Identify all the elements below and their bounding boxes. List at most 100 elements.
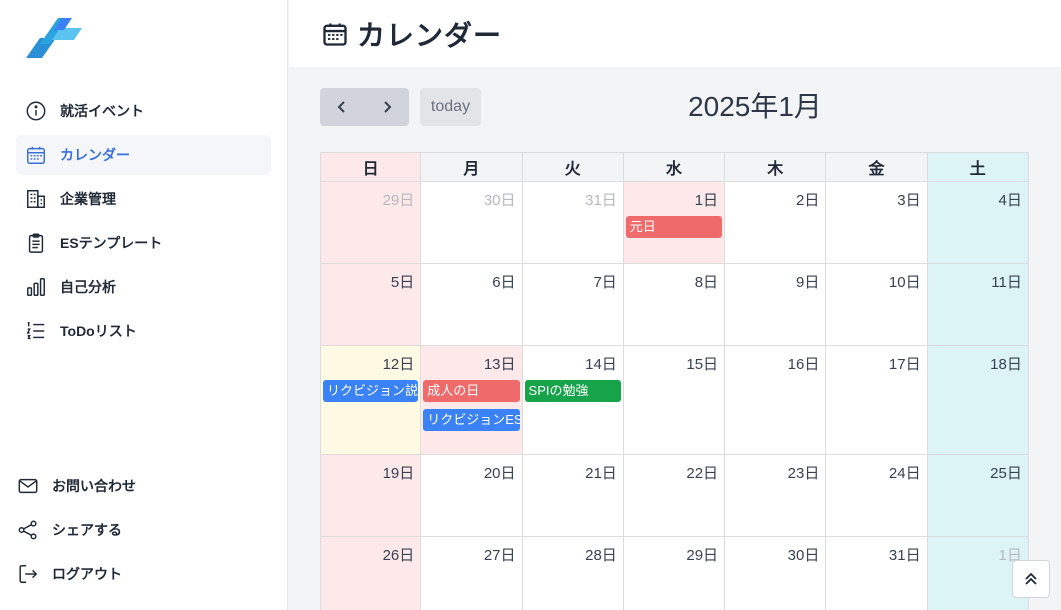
- calendar-event[interactable]: 成人の日: [423, 380, 520, 402]
- weekday-saturday: 土: [927, 152, 1029, 182]
- sidebar-item-companies[interactable]: 企業管理: [16, 179, 271, 219]
- calendar-event[interactable]: 元日: [625, 216, 723, 238]
- next-month-button[interactable]: [365, 88, 410, 126]
- calendar-week-row: 12日リクビジョン説明会13日成人の日リクビジョンES締切14日SPIの勉強15…: [320, 346, 1029, 455]
- prev-month-button[interactable]: [320, 88, 365, 126]
- day-number: 29日: [382, 192, 415, 209]
- calendar-day-cell[interactable]: 29日: [320, 182, 422, 264]
- calendar-icon: [24, 143, 48, 167]
- calendar-day-cell[interactable]: 8日: [623, 264, 726, 346]
- calendar-day-cell[interactable]: 13日成人の日リクビジョンES締切: [421, 346, 523, 455]
- day-number: 7日: [593, 274, 617, 291]
- day-number: 8日: [694, 274, 719, 291]
- calendar-day-cell[interactable]: 22日: [623, 455, 726, 537]
- calendar-day-cell[interactable]: 31日: [522, 182, 624, 264]
- share-icon: [16, 518, 40, 542]
- calendar-day-cell[interactable]: 26日: [320, 537, 422, 610]
- sidebar-item-label: ログアウト: [52, 566, 122, 582]
- calendar-day-cell[interactable]: 1日元日: [623, 182, 726, 264]
- calendar-day-cell[interactable]: 12日リクビジョン説明会: [320, 346, 422, 455]
- calendar-day-cell[interactable]: 29日: [623, 537, 726, 610]
- calendar-day-cell[interactable]: 23日: [725, 455, 827, 537]
- sidebar-item-todo[interactable]: ToDoリスト: [16, 311, 271, 351]
- sidebar-item-label: ESテンプレート: [60, 235, 163, 251]
- calendar-day-cell[interactable]: 31日: [826, 537, 928, 610]
- sidebar-item-label: カレンダー: [60, 147, 130, 163]
- weekday-thursday: 木: [725, 152, 827, 182]
- calendar-event[interactable]: リクビジョンES締切: [423, 409, 520, 431]
- calendar-day-cell[interactable]: 14日 SPIの勉強: [522, 346, 624, 455]
- calendar-day-cell[interactable]: 4日: [927, 182, 1029, 264]
- calendar-day-cell[interactable]: 25日: [927, 455, 1029, 537]
- calendar-day-cell[interactable]: 20日: [421, 455, 523, 537]
- sidebar-item-label: 企業管理: [60, 191, 116, 207]
- calendar-day-cell[interactable]: 6日: [421, 264, 523, 346]
- calendar-day-cell[interactable]: 11日: [927, 264, 1029, 346]
- sidebar-item-events[interactable]: 就活イベント: [16, 91, 271, 131]
- logout-icon: [16, 562, 40, 586]
- today-button[interactable]: today: [420, 88, 481, 126]
- calendar-day-cell[interactable]: 24日: [826, 455, 928, 537]
- calendar-day-cell[interactable]: 28日: [522, 537, 624, 610]
- month-title: 2025年1月: [688, 91, 822, 122]
- day-number: 13日: [483, 356, 516, 373]
- day-number: 11日: [991, 274, 1022, 291]
- calendar-week-row: 19日 20日 21日 22日 23日 24日 25日: [320, 455, 1029, 537]
- calendar-day-cell[interactable]: 10日: [826, 264, 928, 346]
- day-number: 15日: [686, 356, 719, 373]
- app-logo[interactable]: [24, 16, 84, 62]
- sidebar-item-self-analysis[interactable]: 自己分析: [16, 267, 271, 307]
- sidebar-item-label: 就活イベント: [60, 103, 144, 119]
- day-number: 29日: [686, 547, 719, 564]
- sidebar-item-label: お問い合わせ: [52, 478, 136, 494]
- calendar-day-cell[interactable]: 5日: [320, 264, 422, 346]
- day-number: 21日: [585, 465, 617, 482]
- weekday-wednesday: 水: [623, 152, 726, 182]
- day-number: 18日: [990, 356, 1022, 373]
- calendar-week-row: 26日 27日 28日 29日 30日 31日 1日: [320, 537, 1029, 610]
- sidebar-item-label: シェアする: [52, 522, 122, 538]
- calendar-day-cell[interactable]: 9日: [725, 264, 827, 346]
- day-number: 6日: [492, 274, 516, 291]
- sidebar-item-logout[interactable]: ログアウト: [16, 554, 271, 594]
- day-number: 17日: [888, 356, 921, 373]
- weekday-monday: 月: [421, 152, 523, 182]
- day-number: 23日: [787, 465, 820, 482]
- calendar-day-cell[interactable]: 30日: [725, 537, 827, 610]
- day-number: 14日: [585, 356, 617, 373]
- calendar-icon: [321, 20, 349, 48]
- calendar-week-row: 5日 6日 7日 8日 9日 10日 11日: [320, 264, 1029, 346]
- calendar-day-cell[interactable]: 30日: [421, 182, 523, 264]
- calendar-day-cell[interactable]: 17日: [826, 346, 928, 455]
- sidebar-item-share[interactable]: シェアする: [16, 510, 271, 550]
- day-number: 30日: [787, 547, 820, 564]
- calendar-day-cell[interactable]: 19日: [320, 455, 422, 537]
- weekday-sunday: 日: [320, 152, 422, 182]
- page-title: カレンダー: [357, 19, 503, 51]
- sidebar-item-label: ToDoリスト: [60, 323, 137, 339]
- double-chevron-up-icon: [1025, 572, 1037, 585]
- sidebar-item-es-template[interactable]: ESテンプレート: [16, 223, 271, 263]
- calendar-day-cell[interactable]: 27日: [421, 537, 523, 610]
- calendar-day-cell[interactable]: 18日: [927, 346, 1029, 455]
- calendar-day-cell[interactable]: 21日: [522, 455, 624, 537]
- sidebar-bottom-nav: お問い合わせ シェアする ログアウト: [16, 466, 271, 598]
- day-number: 10日: [888, 274, 921, 291]
- sidebar-nav: 就活イベント カレンダー 企業管理 ESテンプレート 自己分析 ToDoリスト: [16, 91, 271, 355]
- sidebar-item-label: 自己分析: [60, 279, 116, 295]
- calendar-day-cell[interactable]: 7日: [522, 264, 624, 346]
- day-number: 12日: [382, 356, 415, 373]
- scroll-to-top-button[interactable]: [1012, 560, 1050, 598]
- calendar-day-cell[interactable]: 3日: [826, 182, 928, 264]
- calendar-day-cell[interactable]: 16日: [725, 346, 827, 455]
- sidebar-item-calendar[interactable]: カレンダー: [16, 135, 271, 175]
- calendar-event[interactable]: リクビジョン説明会: [323, 380, 419, 402]
- calendar-event[interactable]: SPIの勉強: [524, 380, 621, 402]
- day-number: 1日: [694, 192, 719, 209]
- calendar-day-cell[interactable]: 15日: [623, 346, 726, 455]
- day-number: 20日: [483, 465, 516, 482]
- sidebar-item-contact[interactable]: お問い合わせ: [16, 466, 271, 506]
- day-number: 9日: [795, 274, 820, 291]
- day-number: 31日: [888, 547, 921, 564]
- calendar-day-cell[interactable]: 2日: [725, 182, 827, 264]
